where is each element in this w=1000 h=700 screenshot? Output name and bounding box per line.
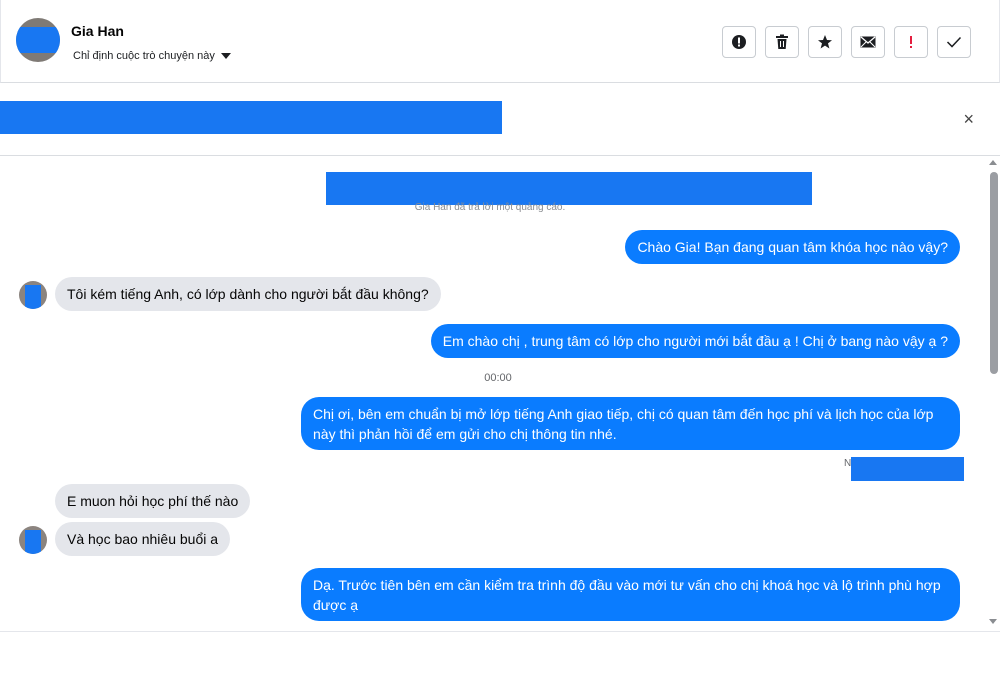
ad-reply-note: Gia Han đã trả lời một quảng cáo. (414, 202, 566, 213)
conversation-panel: Gia Han Chỉ định cuộc trò chuyện này × G… (0, 0, 1000, 632)
caret-down-icon (220, 53, 231, 59)
message-bubble-incoming[interactable]: E muon hỏi học phí thế nào (55, 484, 251, 518)
delete-button[interactable] (765, 26, 799, 58)
message-bubble-outgoing[interactable]: Dạ. Trước tiên bên em cần kiểm tra trình… (301, 568, 960, 621)
scroll-up-arrow-icon[interactable] (989, 160, 997, 165)
scrollbar-thumb[interactable] (990, 172, 998, 374)
mark-unread-button[interactable] (851, 26, 885, 58)
redaction-box (25, 285, 41, 309)
contact-name[interactable]: Gia Han (71, 23, 124, 39)
report-button[interactable] (722, 26, 756, 58)
mark-done-button[interactable] (937, 26, 971, 58)
check-icon (946, 36, 962, 48)
alert-circle-icon (732, 35, 746, 49)
star-button[interactable] (808, 26, 842, 58)
ad-banner: × (0, 83, 1000, 156)
redaction-box (25, 530, 41, 554)
redaction-box (326, 172, 812, 205)
message-bubble-outgoing[interactable]: Chào Gia! Bạn đang quan tâm khóa học nào… (625, 230, 960, 264)
assign-label: Chỉ định cuộc trò chuyện này (73, 50, 215, 62)
scroll-down-arrow-icon[interactable] (989, 619, 997, 624)
spam-button[interactable] (894, 26, 928, 58)
redaction-box (851, 457, 964, 481)
star-icon (818, 35, 832, 49)
contact-avatar-small[interactable] (19, 281, 47, 309)
contact-avatar-small[interactable] (19, 526, 47, 554)
contact-avatar[interactable] (16, 18, 60, 62)
message-bubble-incoming[interactable]: Tôi kém tiếng Anh, có lớp dành cho người… (55, 277, 441, 311)
redaction-box (0, 101, 502, 134)
message-timestamp: 00:00 (484, 372, 512, 384)
message-bubble-outgoing[interactable]: Em chào chị , trung tâm có lớp cho người… (430, 324, 960, 358)
close-banner-button[interactable]: × (963, 109, 974, 130)
message-thread[interactable]: Gia Han đã trả lời một quảng cáo. Chào G… (0, 156, 1000, 631)
redaction-box (16, 27, 60, 53)
thread-scrollbar[interactable] (988, 156, 1000, 631)
mail-icon (860, 36, 876, 48)
trash-icon (776, 34, 788, 49)
message-bubble-incoming[interactable]: Và học bao nhiêu buổi a (55, 522, 231, 556)
exclamation-icon (910, 36, 912, 48)
message-bubble-outgoing[interactable]: Chị ơi, bên em chuẩn bị mở lớp tiếng Anh… (301, 397, 960, 450)
header-actions (722, 26, 971, 58)
conversation-header: Gia Han Chỉ định cuộc trò chuyện này (0, 0, 1000, 83)
assign-conversation-dropdown[interactable]: Chỉ định cuộc trò chuyện này (73, 50, 231, 62)
